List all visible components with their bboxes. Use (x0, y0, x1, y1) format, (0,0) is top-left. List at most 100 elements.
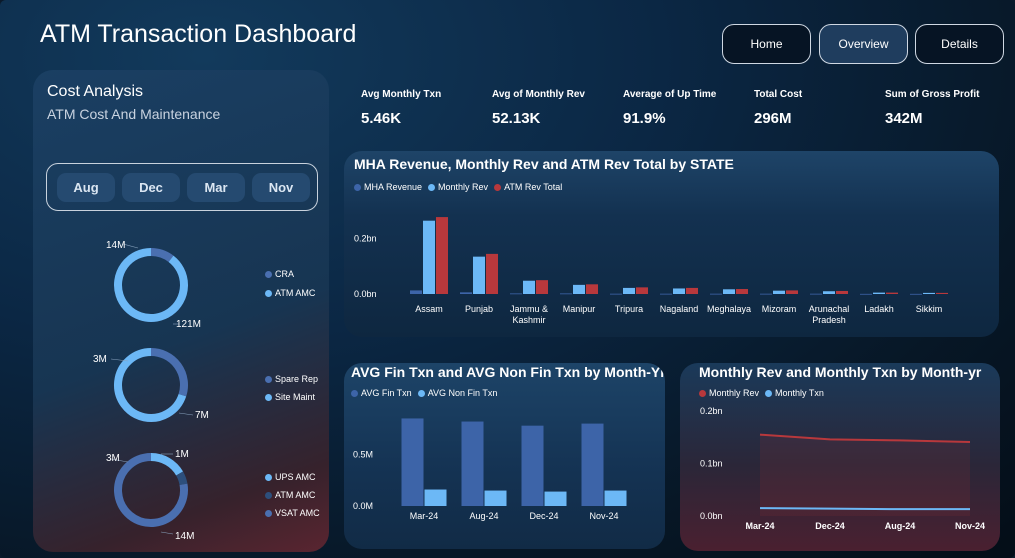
donut-slice-atm-amc (176, 471, 188, 486)
state-revenue-chart-panel: MHA Revenue, Monthly Rev and ATM Rev Tot… (344, 151, 999, 337)
month-chip-mar[interactable]: Mar (187, 173, 245, 202)
bar-avg-non-fin-txn (484, 490, 507, 506)
y-tick-label: 0.0M (353, 501, 373, 511)
home-button[interactable]: Home (722, 24, 811, 64)
donut1-label-cra: 14M (106, 240, 126, 251)
kpi-label-avg-monthly-rev: Avg of Monthly Rev (492, 89, 585, 100)
x-tick-label: Dec-24 (529, 511, 558, 521)
x-tick-label: Arunachal (809, 304, 850, 314)
monthly-rev-line-chart: 0.0bn 0.1bn 0.2bn Mar-24 Dec-24 Aug-24 Nov-24 (700, 406, 985, 531)
bar-monthly-rev (623, 287, 635, 294)
details-button[interactable]: Details (915, 24, 1004, 64)
x-tick-label: Kashmir (512, 315, 545, 325)
bar-monthly-rev (423, 220, 435, 294)
donut-slice-cra (150, 248, 174, 263)
x-tick-label: Jammu & (510, 304, 548, 314)
bar-atm-rev-total (486, 253, 498, 294)
bar-mha-revenue (760, 293, 772, 295)
bar-atm-rev-total (836, 290, 848, 294)
x-tick-label: Pradesh (812, 315, 846, 325)
bar-mha-revenue (660, 293, 672, 295)
bar-mha-revenue (860, 293, 872, 295)
legend-atm-amc: ATM AMC (265, 288, 315, 298)
bar-mha-revenue (810, 293, 822, 295)
x-tick-label: Tripura (615, 304, 643, 314)
kpi-value-gross-profit: 342M (885, 110, 923, 127)
bar-monthly-rev (723, 289, 735, 294)
cost-analysis-title: Cost Analysis (47, 83, 144, 100)
month-chip-nov[interactable]: Nov (252, 173, 310, 202)
month-slicer: Aug Dec Mar Nov (46, 163, 318, 211)
x-tick-label: Punjab (465, 304, 493, 314)
bar-monthly-rev (773, 290, 785, 294)
donut2-label-spare: 3M (93, 354, 107, 365)
bar-mha-revenue (460, 292, 472, 294)
x-tick-label: Assam (415, 304, 443, 314)
bar-avg-non-fin-txn (424, 489, 447, 506)
kpi-label-avg-monthly-txn: Avg Monthly Txn (361, 89, 442, 100)
bar-monthly-rev (823, 291, 835, 294)
bar-mha-revenue (710, 293, 722, 295)
x-tick-label: Mar-24 (745, 521, 774, 531)
area-monthly-rev (760, 434, 970, 516)
x-tick-label: Nov-24 (589, 511, 618, 521)
line-monthly-txn (759, 507, 970, 511)
bar-mha-revenue (610, 293, 622, 295)
bar-monthly-rev (673, 288, 685, 294)
fin-txn-chart-panel: AVG Fin Txn and AVG Non Fin Txn by Month… (344, 363, 665, 549)
bar-atm-rev-total (736, 289, 748, 294)
overview-button[interactable]: Overview (819, 24, 908, 64)
kpi-label-uptime: Average of Up Time (623, 89, 717, 100)
bar-monthly-rev (923, 292, 935, 294)
bar-mha-revenue (410, 290, 422, 294)
bar-atm-rev-total (536, 280, 548, 294)
month-chip-aug[interactable]: Aug (57, 173, 115, 202)
kpi-value-uptime: 91.9% (623, 110, 666, 127)
donut3-label-atm-amc: 1M (175, 449, 189, 460)
legend-site-maint: Site Maint (265, 392, 315, 402)
bar-atm-rev-total (636, 287, 648, 294)
legend-ups-amc: UPS AMC (265, 472, 316, 482)
y-tick-label: 0.2bn (354, 234, 377, 244)
bar-mha-revenue (510, 293, 522, 295)
y-tick-label: 0.0bn (354, 289, 377, 299)
donut-chart-spare (110, 348, 194, 422)
bar-monthly-rev (873, 292, 885, 294)
bar-atm-rev-total (936, 292, 948, 294)
bar-avg-fin-txn (461, 421, 484, 506)
month-chip-dec[interactable]: Dec (122, 173, 180, 202)
bar-atm-rev-total (886, 292, 898, 294)
x-tick-label: Sikkim (916, 304, 943, 314)
bar-avg-non-fin-txn (544, 491, 567, 506)
fin-txn-bar-chart: 0.0M 0.5M Mar-24 Aug-24 Dec-24 Nov-24 (353, 418, 627, 521)
bar-monthly-rev (523, 280, 535, 294)
y-tick-label: 0.0bn (700, 511, 723, 521)
kpi-value-total-cost: 296M (754, 110, 792, 127)
x-tick-label: Aug-24 (469, 511, 498, 521)
legend-cra: CRA (265, 269, 294, 279)
donut2-label-site: 7M (195, 410, 209, 421)
donut-slice-spare-rep (150, 348, 188, 397)
legend-atm-amc-2: ATM AMC (265, 490, 315, 500)
kpi-label-gross-profit: Sum of Gross Profit (885, 89, 980, 100)
state-bar-chart: 0.0bn 0.2bn Assam Punjab Jammu &Kashmir Manip… (354, 217, 948, 325)
y-tick-label: 0.2bn (700, 406, 723, 416)
monthly-rev-chart-panel: Monthly Rev and Monthly Txn by Month-yr … (680, 363, 1000, 551)
bar-avg-fin-txn (401, 418, 424, 506)
bar-atm-rev-total (786, 290, 798, 294)
x-tick-label: Mar-24 (410, 511, 439, 521)
bar-atm-rev-total (436, 217, 448, 294)
bar-mha-revenue (910, 293, 922, 295)
legend-spare-rep: Spare Rep (265, 374, 318, 384)
donut1-label-atm-amc: 121M (176, 319, 202, 330)
x-tick-label: Manipur (563, 304, 596, 314)
y-tick-label: 0.5M (353, 450, 373, 460)
kpi-value-avg-monthly-txn: 5.46K (361, 110, 402, 127)
donut3-label-vsat: 14M (175, 531, 195, 542)
cost-analysis-panel: Cost Analysis ATM Cost And Maintenance A… (33, 70, 329, 552)
x-tick-label: Nagaland (660, 304, 699, 314)
bar-avg-fin-txn (581, 423, 604, 506)
page-title: ATM Transaction Dashboard (40, 20, 357, 48)
x-tick-label: Mizoram (762, 304, 797, 314)
donut3-label-ups: 3M (106, 453, 120, 464)
